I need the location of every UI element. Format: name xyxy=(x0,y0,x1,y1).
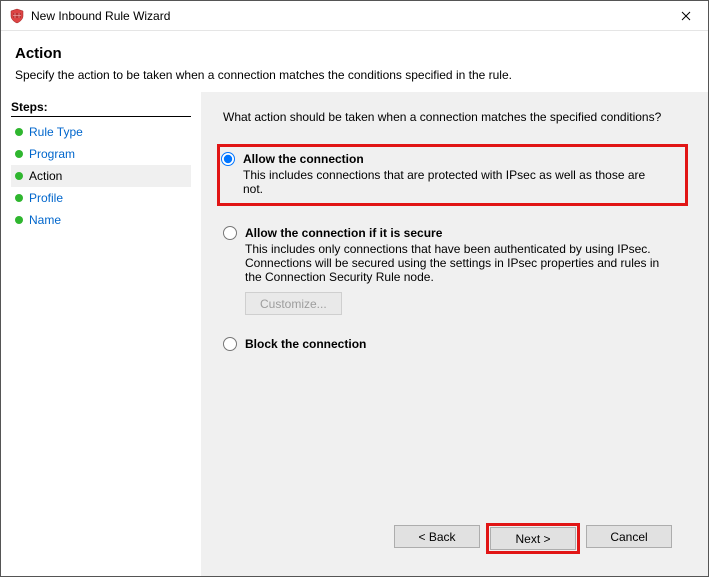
firewall-icon xyxy=(9,8,25,24)
customize-button: Customize... xyxy=(245,292,342,315)
step-rule-type[interactable]: Rule Type xyxy=(11,121,191,143)
wizard-header: Action Specify the action to be taken wh… xyxy=(1,31,708,92)
step-profile[interactable]: Profile xyxy=(11,187,191,209)
radio-allow-secure[interactable] xyxy=(223,226,237,240)
wizard-content: What action should be taken when a conne… xyxy=(201,92,708,576)
step-bullet-icon xyxy=(15,194,23,202)
option-allow-desc: This includes connections that are prote… xyxy=(243,168,663,196)
option-allow-wrap: Allow the connection This includes conne… xyxy=(219,146,686,204)
cancel-button[interactable]: Cancel xyxy=(586,525,672,548)
next-button-highlight: Next > xyxy=(488,525,578,552)
wizard-body: Steps: Rule Type Program Action Profile … xyxy=(1,92,708,576)
back-button[interactable]: < Back xyxy=(394,525,480,548)
step-label: Profile xyxy=(29,191,63,205)
step-bullet-icon xyxy=(15,128,23,136)
option-block-wrap: Block the connection xyxy=(223,337,686,351)
page-title: Action xyxy=(15,45,694,62)
close-button[interactable] xyxy=(663,1,708,31)
step-label: Program xyxy=(29,147,75,161)
close-icon xyxy=(681,11,691,21)
content-question: What action should be taken when a conne… xyxy=(223,110,686,124)
step-bullet-icon xyxy=(15,172,23,180)
step-label: Name xyxy=(29,213,61,227)
action-options: Allow the connection This includes conne… xyxy=(223,146,686,515)
steps-sidebar: Steps: Rule Type Program Action Profile … xyxy=(1,92,201,576)
window-title: New Inbound Rule Wizard xyxy=(31,9,170,23)
steps-heading: Steps: xyxy=(11,100,191,117)
option-allow-secure-desc: This includes only connections that have… xyxy=(245,242,665,284)
step-program[interactable]: Program xyxy=(11,143,191,165)
option-allow-secure-label[interactable]: Allow the connection if it is secure xyxy=(245,226,442,240)
radio-allow[interactable] xyxy=(221,152,235,166)
step-bullet-icon xyxy=(15,150,23,158)
step-bullet-icon xyxy=(15,216,23,224)
titlebar: New Inbound Rule Wizard xyxy=(1,1,708,31)
page-description: Specify the action to be taken when a co… xyxy=(15,68,694,82)
step-label: Action xyxy=(29,169,62,183)
radio-block[interactable] xyxy=(223,337,237,351)
next-button[interactable]: Next > xyxy=(490,527,576,550)
option-allow-label[interactable]: Allow the connection xyxy=(243,152,364,166)
wizard-footer: < Back Next > Cancel xyxy=(223,515,686,566)
option-allow-secure-wrap: Allow the connection if it is secure Thi… xyxy=(223,226,686,315)
step-action[interactable]: Action xyxy=(11,165,191,187)
option-block-label[interactable]: Block the connection xyxy=(245,337,366,351)
step-label: Rule Type xyxy=(29,125,83,139)
step-name[interactable]: Name xyxy=(11,209,191,231)
